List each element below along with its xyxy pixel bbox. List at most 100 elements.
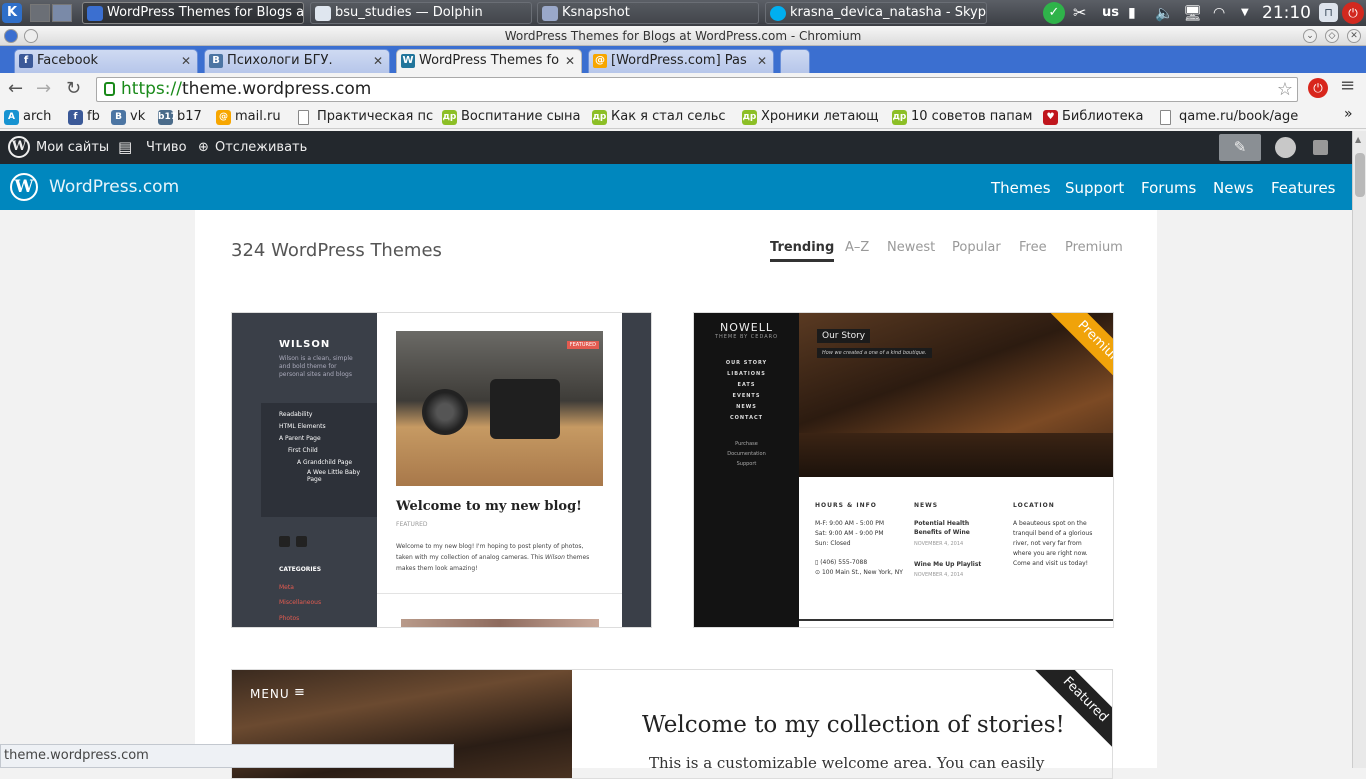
hours-line: Sat: 9:00 AM - 9:00 PM bbox=[815, 530, 884, 537]
bookmark-star-icon[interactable]: ☆ bbox=[1277, 78, 1293, 101]
tray-expand-icon[interactable]: ▼ bbox=[1241, 0, 1249, 26]
map-pin-icon: ⊙ bbox=[815, 569, 822, 576]
filter-popular[interactable]: Popular bbox=[952, 240, 1001, 255]
lock-screen-icon[interactable]: ⊓ bbox=[1319, 3, 1338, 22]
nav-news[interactable]: News bbox=[1213, 164, 1254, 212]
divider bbox=[377, 593, 622, 594]
my-sites-link[interactable]: Мои сайты bbox=[36, 131, 109, 164]
skype-icon bbox=[770, 6, 786, 21]
page-scrollbar[interactable]: ▲ bbox=[1352, 131, 1366, 768]
bookmark-favicon-icon: @ bbox=[216, 110, 231, 125]
tab-close-icon[interactable]: ✕ bbox=[565, 50, 575, 72]
wilson-edge bbox=[622, 313, 651, 627]
bookmark-item[interactable]: Bvk bbox=[111, 107, 155, 127]
back-arrow-icon[interactable]: ← bbox=[8, 79, 23, 99]
volume-icon[interactable]: 🔈 bbox=[1155, 0, 1174, 26]
address-line: ⊙ 100 Main St., New York, NY bbox=[815, 568, 903, 578]
reader-link[interactable]: Чтиво bbox=[146, 131, 187, 164]
minimize-icon[interactable]: ⌄ bbox=[1303, 29, 1317, 43]
adblock-icon[interactable]: ⏻ bbox=[1308, 78, 1328, 98]
kde-menu-button[interactable]: K bbox=[2, 3, 22, 23]
restaurant-photo: Our Story How we created a one of a kind… bbox=[799, 313, 1113, 477]
close-window-icon[interactable]: ✕ bbox=[1347, 29, 1361, 43]
filter-newest[interactable]: Newest bbox=[887, 240, 935, 255]
follow-icon[interactable]: ⊕ bbox=[198, 131, 209, 164]
notifications-icon[interactable] bbox=[1313, 140, 1328, 155]
tab-close-icon[interactable]: ✕ bbox=[757, 50, 767, 72]
tab-close-icon[interactable]: ✕ bbox=[181, 50, 191, 72]
tab-wordpress-password[interactable]: @ [WordPress.com] Pas ✕ bbox=[588, 49, 774, 73]
category-link: Meta bbox=[279, 584, 294, 591]
bookmark-item[interactable]: ♥ Библиотека bbox=[1043, 107, 1155, 127]
window-titlebar: WordPress Themes for Blogs at WordPress.… bbox=[0, 26, 1366, 46]
stories-headline: Welcome to my collection of stories! bbox=[642, 712, 1065, 738]
window-menu-icon[interactable] bbox=[4, 29, 18, 43]
task-chromium[interactable]: WordPress Themes for Blogs at bbox=[82, 2, 304, 24]
filter-a-z[interactable]: A–Z bbox=[845, 240, 869, 255]
write-post-icon[interactable]: ✎ bbox=[1219, 134, 1261, 161]
task-skype[interactable]: krasna_devica_natasha - Skype bbox=[765, 2, 987, 24]
menu-item: A Wee Little Baby Page bbox=[307, 469, 361, 483]
filter-trending[interactable]: Trending bbox=[770, 240, 835, 262]
checkmark-icon[interactable]: ✓ bbox=[1043, 2, 1065, 24]
bookmark-item[interactable]: Aarch bbox=[4, 107, 64, 127]
bookmark-item[interactable]: др Воспитание сына bbox=[442, 107, 588, 127]
bookmark-item[interactable]: др Хроники летающ bbox=[742, 107, 888, 127]
tab-strip: f Facebook ✕ B Психологи БГУ. ✕ W WordPr… bbox=[0, 46, 1366, 73]
maximize-icon[interactable]: ◇ bbox=[1325, 29, 1339, 43]
camera-lens bbox=[422, 389, 468, 435]
wordpress-logo-icon[interactable]: W bbox=[8, 136, 30, 158]
bookmark-item[interactable]: f fb bbox=[68, 107, 108, 127]
pager-desktop-1[interactable] bbox=[30, 4, 50, 22]
battery-icon[interactable]: ▮ bbox=[1128, 0, 1136, 26]
filter-free[interactable]: Free bbox=[1019, 240, 1047, 255]
task-dolphin[interactable]: bsu_studies — Dolphin bbox=[310, 2, 532, 24]
avatar[interactable] bbox=[1275, 137, 1296, 158]
bookmark-item[interactable]: b17 b17 bbox=[158, 107, 212, 127]
bookmark-label: vk bbox=[130, 109, 146, 124]
theme-card-wilson[interactable]: WILSON Wilson is a clean, simple and bol… bbox=[231, 312, 652, 628]
nav-themes[interactable]: Themes bbox=[991, 164, 1051, 212]
reload-icon[interactable]: ↻ bbox=[66, 79, 81, 99]
bookmark-favicon-icon: b17 bbox=[158, 110, 177, 125]
scissors-icon[interactable]: ✂ bbox=[1073, 0, 1086, 26]
bookmark-item[interactable]: @ mail.ru bbox=[216, 107, 296, 127]
menu-hamburger-icon[interactable]: ≡ bbox=[1340, 75, 1355, 96]
phone-text: (406) 555-7088 bbox=[820, 559, 868, 566]
nav-features[interactable]: Features bbox=[1271, 164, 1336, 212]
tab-close-icon[interactable]: ✕ bbox=[373, 50, 383, 72]
tab-wordpress-themes[interactable]: W WordPress Themes fo ✕ bbox=[396, 49, 582, 73]
nav-forums[interactable]: Forums bbox=[1141, 164, 1196, 212]
bookmark-item[interactable]: др Как я стал сельс bbox=[592, 107, 738, 127]
scroll-up-icon[interactable]: ▲ bbox=[1355, 135, 1361, 144]
page-icon bbox=[1160, 110, 1171, 125]
new-tab-button[interactable] bbox=[780, 49, 810, 73]
reader-icon[interactable]: ▤ bbox=[118, 131, 132, 164]
pager-desktop-2[interactable] bbox=[52, 4, 72, 22]
filter-premium[interactable]: Premium bbox=[1065, 240, 1123, 255]
facebook-icon bbox=[296, 536, 307, 547]
task-ksnapshot[interactable]: Ksnapshot bbox=[537, 2, 759, 24]
window-pin-icon[interactable] bbox=[24, 29, 38, 43]
wpcom-brand[interactable]: WordPress.com bbox=[49, 164, 179, 210]
bookmark-item[interactable]: qame.ru/book/age bbox=[1160, 107, 1342, 127]
keyboard-layout[interactable]: us bbox=[1102, 0, 1119, 26]
nav-support[interactable]: Support bbox=[1065, 164, 1124, 212]
theme-card-nowell[interactable]: NOWELL THEME BY CEDARO OUR STORY LIBATION… bbox=[693, 312, 1114, 628]
scrollbar-thumb[interactable] bbox=[1355, 153, 1365, 197]
shutdown-icon[interactable]: ⏻ bbox=[1342, 2, 1364, 24]
follow-link[interactable]: Отслеживать bbox=[215, 131, 307, 164]
wifi-icon[interactable]: ◠ bbox=[1213, 0, 1225, 26]
mail-icon: @ bbox=[593, 54, 607, 68]
wordpress-logo-icon[interactable]: W bbox=[10, 173, 38, 201]
clock[interactable]: 21:10 bbox=[1262, 0, 1311, 26]
tab-facebook[interactable]: f Facebook ✕ bbox=[14, 49, 198, 73]
bookmark-item[interactable]: др 10 советов папам bbox=[892, 107, 1038, 127]
network-icon[interactable]: 🖥 bbox=[1183, 0, 1202, 26]
bookmarks-overflow-icon[interactable]: » bbox=[1344, 106, 1353, 122]
tab-vk[interactable]: B Психологи БГУ. ✕ bbox=[204, 49, 390, 73]
forward-arrow-icon[interactable]: → bbox=[36, 79, 51, 99]
nowell-link: Documentation bbox=[727, 451, 766, 457]
address-bar[interactable]: https://theme.wordpress.com ☆ bbox=[96, 77, 1298, 102]
bookmark-item[interactable]: Практическая пс bbox=[298, 107, 438, 127]
